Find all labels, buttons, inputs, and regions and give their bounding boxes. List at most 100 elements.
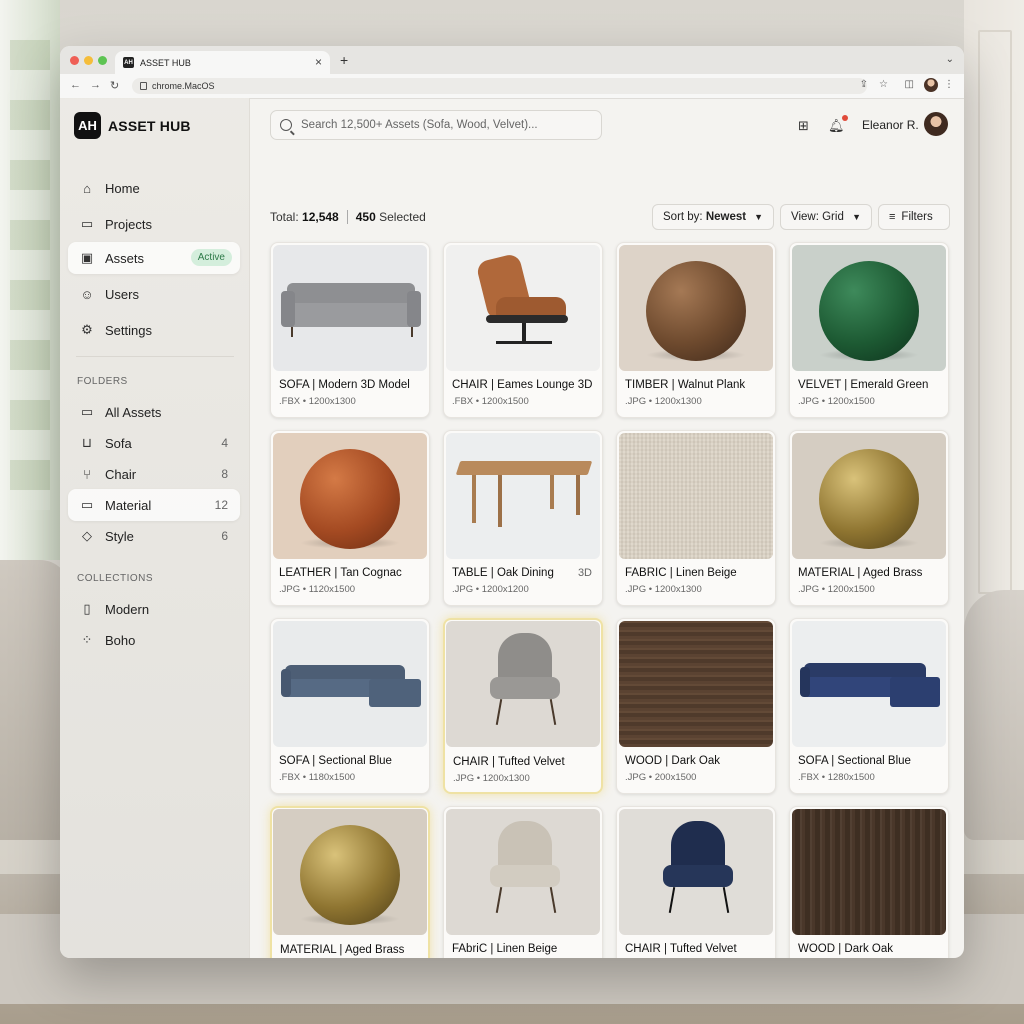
asset-card[interactable]: VELVET | Emerald Green .JPG • 1200x1500	[789, 242, 949, 418]
folder-item-all-assets[interactable]: ▭ All Assets	[68, 396, 240, 428]
back-arrow-icon[interactable]: ←	[70, 79, 81, 91]
home-icon: ⌂	[83, 180, 91, 196]
asset-card[interactable]: CHAIR | Tufted Velvet .JPG • 1200x1300	[443, 618, 603, 794]
selected-value: 450	[355, 210, 376, 224]
minimize-window-button[interactable]	[84, 56, 93, 65]
asset-card[interactable]: SOFA | Modern 3D Model .FBX • 1200x1300	[270, 242, 430, 418]
search-bar[interactable]	[270, 110, 602, 140]
total-value: 12,548	[302, 210, 339, 224]
forward-arrow-icon[interactable]: →	[90, 79, 101, 91]
new-tab-icon[interactable]: +	[340, 52, 348, 68]
reload-icon[interactable]: ↻	[110, 79, 119, 92]
nav-label: Assets	[105, 250, 145, 266]
asset-thumbnail	[273, 433, 427, 559]
user-avatar[interactable]	[924, 112, 948, 136]
search-input[interactable]	[299, 118, 593, 132]
close-tab-icon[interactable]: ×	[315, 55, 322, 69]
app-logo[interactable]: AH ASSET HUB	[74, 112, 191, 139]
asset-card[interactable]: SOFA | Sectional Blue .FBX • 1280x1500	[789, 618, 949, 794]
tag-icon: ◇	[82, 528, 92, 543]
chair-icon: ⑂	[83, 466, 91, 482]
app-name: ASSET HUB	[108, 117, 191, 134]
nav-label: Projects	[105, 216, 152, 232]
asset-thumbnail	[619, 621, 773, 747]
sort-dropdown[interactable]: Sort by: Newest ▼	[652, 204, 774, 230]
folder-label: Sofa	[105, 435, 132, 451]
folder-icon: ▭	[80, 497, 94, 512]
asset-card[interactable]: TABLE | Oak Dining .JPG • 1200x1200 3D	[443, 430, 603, 606]
asset-card[interactable]: SOFA | Sectional Blue .FBX • 1180x1500	[270, 618, 430, 794]
folder-item-sofa[interactable]: ⊔ Sofa 4	[68, 427, 240, 459]
bell-icon[interactable]: 🔔︎	[828, 118, 845, 134]
gear-icon: ⚙	[81, 322, 93, 337]
asset-thumbnail	[619, 809, 773, 935]
asset-card[interactable]: CHAIR | Eames Lounge 3D .FBX • 1200x1500	[443, 242, 603, 418]
asset-card[interactable]: LEATHER | Tan Cognac .JPG • 1120x1500	[270, 430, 430, 606]
asset-meta: .JPG • 200x1500	[625, 772, 697, 783]
nav-item-home[interactable]: ⌂ Home	[68, 172, 240, 204]
browser-tab[interactable]: AH ASSET HUB ×	[115, 51, 330, 74]
asset-card[interactable]: FAbriC | Linen Beige .JPG • 200x1300	[443, 806, 603, 958]
asset-thumbnail	[619, 433, 773, 559]
chevron-down-icon[interactable]: ⌄	[946, 54, 954, 65]
asset-meta: .JPG • 1200x1300	[625, 396, 702, 407]
background-window	[0, 0, 60, 560]
nav-item-settings[interactable]: ⚙ Settings	[68, 314, 240, 346]
asset-title: WOOD | Dark Oak	[625, 755, 720, 767]
asset-title: CHAIR | Eames Lounge 3D	[452, 379, 593, 391]
selected-label: Selected	[379, 210, 426, 224]
users-icon: ☺	[80, 286, 94, 302]
nav-item-projects[interactable]: ▭ Projects	[68, 208, 240, 240]
asset-thumbnail	[446, 433, 600, 559]
folder-item-material[interactable]: ▭ Material 12	[68, 489, 240, 521]
asset-card[interactable]: MATERIAL | Aged Brass .JPG • 1120x1800	[270, 806, 430, 958]
maximize-window-button[interactable]	[98, 56, 107, 65]
asset-title: LEATHER | Tan Cognac	[279, 567, 402, 579]
asset-meta: .JPG • 1120x1500	[279, 584, 356, 595]
collection-item-modern[interactable]: ▯ Modern	[68, 593, 240, 625]
asset-card[interactable]: TIMBER | Walnut Plank .JPG • 1200x1300	[616, 242, 776, 418]
url-field[interactable]: chrome.MacOS	[132, 78, 867, 94]
folder-item-chair[interactable]: ⑂ Chair 8	[68, 458, 240, 490]
collection-label: Modern	[105, 601, 150, 617]
background-sofa-right	[964, 590, 1024, 840]
total-label: Total:	[270, 210, 299, 224]
asset-thumbnail	[792, 809, 946, 935]
asset-card[interactable]: WOOD | Dark Oak .JPG • 200x1600	[789, 806, 949, 958]
chevron-down-icon: ▼	[852, 212, 861, 222]
asset-thumbnail	[792, 621, 946, 747]
asset-card[interactable]: CHAIR | Tufted Velvet .JPG • 300x1800	[616, 806, 776, 958]
folder-label: Chair	[105, 466, 137, 482]
close-window-button[interactable]	[70, 56, 79, 65]
user-name[interactable]: Eleanor R.	[862, 118, 919, 132]
asset-card[interactable]: FABRIC | Linen Beige .JPG • 1200x1300	[616, 430, 776, 606]
asset-card[interactable]: MATERIAL | Aged Brass .JPG • 1200x1500	[789, 430, 949, 606]
nav-item-assets[interactable]: ▣ Assets Active	[68, 242, 240, 274]
folder-item-style[interactable]: ◇ Style 6	[68, 520, 240, 552]
view-dropdown[interactable]: View: Grid ▼	[780, 204, 872, 230]
add-asset-icon[interactable]: ⊞	[798, 118, 809, 134]
assets-icon: ▣	[80, 250, 94, 265]
filters-button[interactable]: ≡ Filters	[878, 204, 950, 230]
asset-grid: SOFA | Modern 3D Model .FBX • 1200x1300 …	[270, 242, 950, 958]
asset-thumbnail	[619, 245, 773, 371]
browser-window: AH ASSET HUB × + ⌄ ← → ↻ chrome.MacOS ⇪ …	[60, 46, 964, 958]
chevron-down-icon: ▼	[754, 212, 763, 222]
asset-title: MATERIAL | Aged Brass	[280, 944, 405, 956]
asset-thumbnail	[792, 433, 946, 559]
more-icon[interactable]: ⋮	[944, 79, 954, 90]
collection-item-boho[interactable]: ⁘ Boho	[68, 624, 240, 656]
asset-title: FABRIC | Linen Beige	[625, 567, 737, 579]
sidebar-toggle-icon[interactable]: ◫	[905, 79, 914, 90]
main-content: ⊞ 🔔︎ Eleanor R. Total: 12,548 450 Select…	[250, 98, 964, 958]
profile-avatar[interactable]	[924, 78, 938, 92]
logo-mark: AH	[74, 112, 101, 139]
share-icon[interactable]: ⇪	[860, 79, 868, 90]
asset-meta: .FBX • 1200x1500	[452, 396, 529, 407]
folder-label: Style	[105, 528, 134, 544]
asset-title: TIMBER | Walnut Plank	[625, 379, 746, 391]
background-wall	[964, 0, 1024, 650]
asset-card[interactable]: WOOD | Dark Oak .JPG • 200x1500	[616, 618, 776, 794]
nav-item-users[interactable]: ☺ Users	[68, 278, 240, 310]
star-icon[interactable]: ☆	[879, 79, 888, 90]
